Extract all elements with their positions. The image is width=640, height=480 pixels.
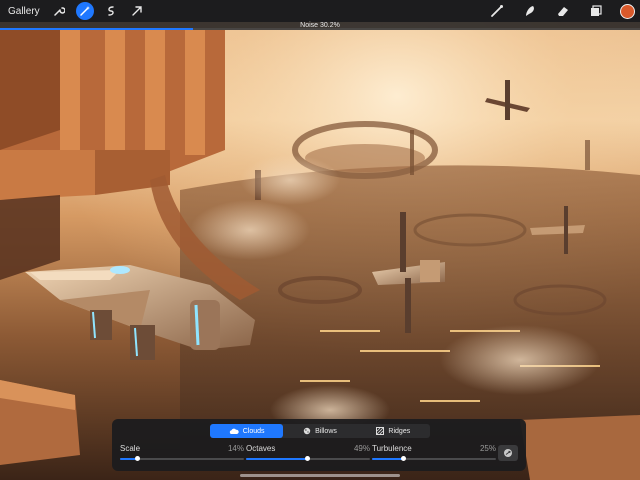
- selection-icon[interactable]: [102, 2, 120, 20]
- scale-knob[interactable]: [135, 456, 141, 461]
- noise-settings-panel: Clouds Billows Ridges Scale 14% Octaves …: [112, 419, 526, 471]
- octaves-label: Octaves: [246, 444, 276, 453]
- tab-billows[interactable]: Billows: [283, 424, 356, 438]
- billows-icon: [303, 427, 311, 435]
- octaves-slider[interactable]: Octaves 49%: [246, 444, 370, 466]
- color-picker-button[interactable]: [620, 4, 635, 19]
- noise-type-tabs: Clouds Billows Ridges: [210, 424, 430, 438]
- octaves-value: 49%: [353, 444, 370, 453]
- turbulence-label: Turbulence: [372, 444, 412, 453]
- smudge-icon[interactable]: [521, 2, 539, 20]
- gallery-button[interactable]: Gallery: [8, 6, 40, 17]
- refresh-seed-icon: [504, 449, 512, 457]
- layers-icon[interactable]: [587, 2, 605, 20]
- top-toolbar: Gallery: [0, 0, 640, 22]
- tab-ridges-label: Ridges: [388, 427, 411, 435]
- brush-icon[interactable]: [488, 2, 506, 20]
- octaves-track[interactable]: [246, 456, 370, 461]
- turbulence-slider[interactable]: Turbulence 25%: [372, 444, 496, 466]
- octaves-fill: [246, 458, 307, 460]
- ridges-icon: [376, 427, 385, 435]
- actions-wrench-icon[interactable]: [50, 2, 68, 20]
- turbulence-value: 25%: [479, 444, 496, 453]
- new-seed-button[interactable]: [498, 445, 518, 461]
- tab-clouds-label: Clouds: [242, 427, 265, 435]
- scale-value: 14%: [227, 444, 244, 453]
- scale-slider[interactable]: Scale 14%: [120, 444, 244, 466]
- eraser-icon[interactable]: [554, 2, 572, 20]
- turbulence-fill: [372, 458, 403, 460]
- canvas-artwork[interactable]: [0, 0, 640, 480]
- turbulence-knob[interactable]: [401, 456, 406, 461]
- home-indicator: [240, 474, 400, 477]
- octaves-knob[interactable]: [304, 456, 310, 461]
- tab-clouds[interactable]: Clouds: [210, 424, 284, 438]
- tab-ridges[interactable]: Ridges: [357, 424, 430, 438]
- adjustment-amount-bar[interactable]: [0, 28, 640, 30]
- turbulence-track[interactable]: [372, 456, 496, 461]
- adjustment-amount-fill: [0, 28, 194, 30]
- scale-label: Scale: [120, 444, 141, 453]
- transform-arrow-icon[interactable]: [128, 2, 146, 20]
- adjustments-wand-icon[interactable]: [75, 2, 94, 20]
- tab-billows-label: Billows: [315, 427, 337, 435]
- scale-track[interactable]: [120, 456, 244, 461]
- cloud-icon: [229, 428, 239, 434]
